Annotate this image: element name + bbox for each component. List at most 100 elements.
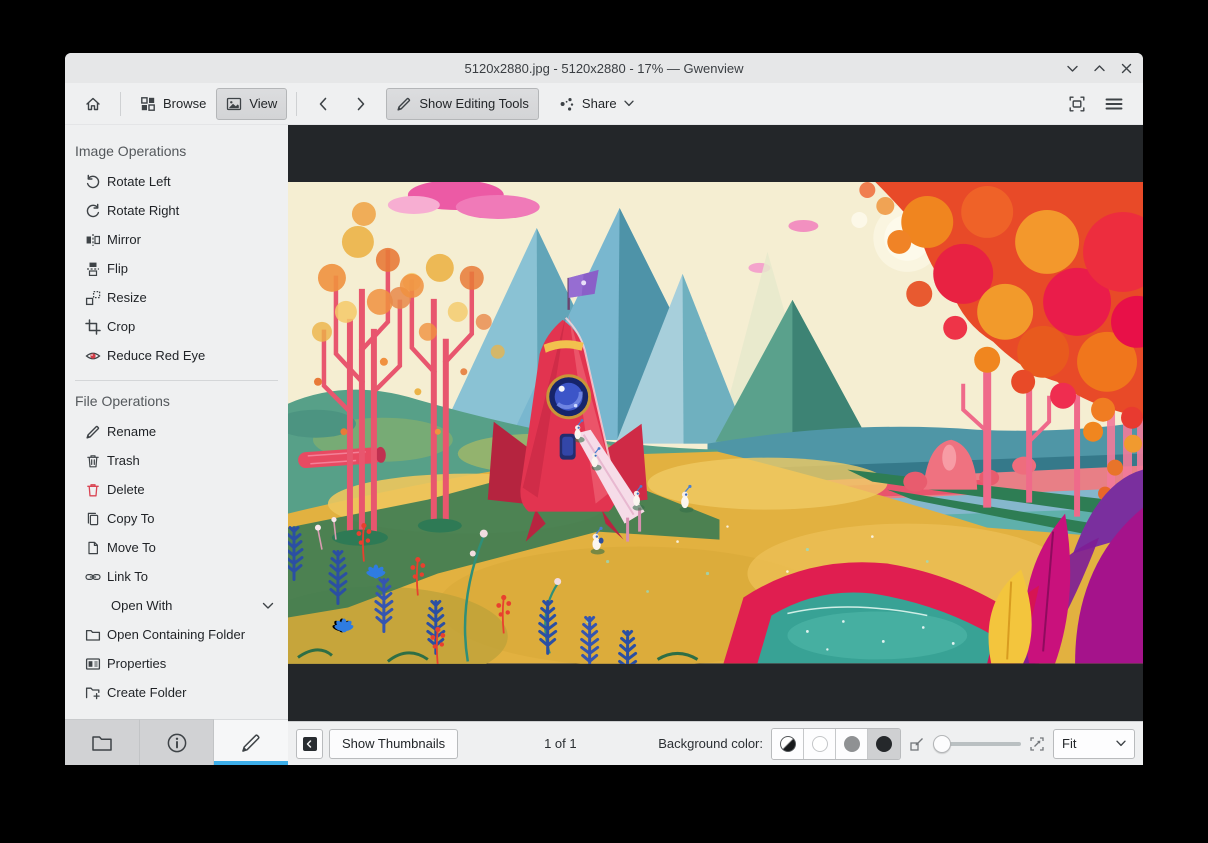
zoom-in-actual-icon[interactable]	[1029, 736, 1045, 752]
zoom-out-fit-icon[interactable]	[909, 736, 925, 752]
window-title: 5120x2880.jpg - 5120x2880 - 17% — Gwenvi…	[464, 60, 744, 76]
edit-pencil-icon	[397, 97, 411, 110]
op-mirror[interactable]: Mirror	[65, 225, 288, 254]
op-delete[interactable]: Delete	[65, 475, 288, 504]
share-button[interactable]: Share	[549, 88, 644, 120]
op-rotate-left[interactable]: Rotate Left	[65, 167, 288, 196]
window-controls	[1066, 53, 1133, 83]
bg-color-white-button[interactable]	[804, 728, 836, 759]
maximize-icon[interactable]	[1093, 63, 1106, 74]
folder-icon	[92, 735, 112, 751]
view-button[interactable]: View	[216, 87, 288, 120]
close-icon[interactable]	[1120, 63, 1133, 74]
op-copy-to[interactable]: Copy To	[65, 504, 288, 533]
op-reduce-red-eye[interactable]: Reduce Red Eye	[65, 341, 288, 370]
op-resize[interactable]: Resize	[65, 283, 288, 312]
op-rename[interactable]: Rename	[65, 417, 288, 446]
rotate-right-icon	[86, 203, 100, 217]
folder-open-icon	[85, 629, 101, 641]
image-viewer	[288, 125, 1143, 721]
sidebar-toggle-icon	[302, 736, 317, 751]
tab-folders[interactable]	[65, 719, 140, 765]
chevron-down-icon	[262, 602, 274, 609]
op-link-to[interactable]: Link To	[65, 562, 288, 591]
section-separator	[75, 380, 278, 381]
red-eye-icon	[85, 352, 101, 359]
zoom-mode-combobox[interactable]: Fit	[1053, 728, 1135, 759]
op-trash[interactable]: Trash	[65, 446, 288, 475]
show-editing-tools-button[interactable]: Show Editing Tools	[386, 87, 539, 120]
info-icon	[167, 733, 186, 752]
home-button[interactable]	[75, 88, 111, 120]
view-image-icon	[227, 97, 242, 110]
background-color-label: Background color:	[658, 736, 763, 751]
mirror-icon	[86, 233, 101, 246]
operations-panel: Image Operations Rotate Left Rotate Righ…	[65, 125, 288, 719]
copy-icon	[87, 512, 99, 525]
op-open-with[interactable]: Open With	[65, 591, 288, 620]
show-editing-tools-label: Show Editing Tools	[419, 96, 529, 111]
sidebar-toggle-button[interactable]	[296, 728, 323, 759]
properties-icon	[85, 657, 101, 670]
delete-icon	[87, 483, 99, 496]
resize-icon	[85, 290, 101, 305]
view-label: View	[249, 96, 278, 111]
flip-icon	[87, 262, 99, 276]
move-icon	[88, 541, 98, 554]
main-toolbar: Browse View Show Editing Tools Share	[65, 83, 1143, 125]
gwenview-window: 5120x2880.jpg - 5120x2880 - 17% — Gwenvi…	[65, 53, 1143, 765]
hamburger-icon	[1105, 98, 1123, 109]
op-move-to[interactable]: Move To	[65, 533, 288, 562]
create-folder-icon	[85, 687, 100, 699]
trash-icon	[87, 454, 99, 467]
toolbar-separator	[296, 91, 298, 116]
background-color-group	[771, 727, 901, 760]
show-thumbnails-button[interactable]: Show Thumbnails	[329, 728, 459, 759]
fullscreen-icon	[1069, 96, 1085, 111]
titlebar[interactable]: 5120x2880.jpg - 5120x2880 - 17% — Gwenvi…	[65, 53, 1143, 83]
file-operations-title: File Operations	[75, 393, 170, 409]
chevron-down-icon	[1116, 740, 1126, 747]
bg-color-black-button[interactable]	[868, 728, 900, 759]
crop-icon	[85, 318, 101, 335]
viewer-image[interactable]	[288, 182, 1143, 664]
link-icon	[85, 573, 101, 580]
position-indicator: 1 of 1	[544, 736, 577, 751]
sidebar-tab-bar	[65, 719, 289, 765]
tab-operations[interactable]	[214, 719, 289, 765]
rename-icon	[86, 425, 100, 438]
menu-button[interactable]	[1095, 88, 1133, 120]
tab-information[interactable]	[139, 719, 215, 765]
share-icon	[560, 97, 574, 111]
browse-grid-icon	[141, 96, 155, 111]
fullscreen-button[interactable]	[1059, 88, 1095, 120]
browse-label: Browse	[163, 96, 207, 111]
op-crop[interactable]: Crop	[65, 312, 288, 341]
chevron-left-icon	[320, 97, 327, 110]
share-label: Share	[581, 96, 617, 111]
op-properties[interactable]: Properties	[65, 649, 288, 678]
minimize-icon[interactable]	[1066, 63, 1079, 74]
browse-button[interactable]: Browse	[130, 88, 216, 120]
op-rotate-right[interactable]: Rotate Right	[65, 196, 288, 225]
toolbar-separator	[120, 91, 121, 116]
op-open-containing-folder[interactable]: Open Containing Folder	[65, 620, 288, 649]
statusbar: Show Thumbnails 1 of 1 Background color:	[288, 721, 1143, 765]
bg-color-auto-button[interactable]	[772, 728, 804, 759]
operations-sidebar: Image Operations Rotate Left Rotate Righ…	[65, 125, 289, 765]
bg-color-gray-button[interactable]	[836, 728, 868, 759]
image-operations-title: Image Operations	[75, 143, 187, 159]
go-previous-button[interactable]	[306, 88, 342, 120]
op-create-folder[interactable]: Create Folder	[65, 678, 288, 707]
go-next-button[interactable]	[342, 88, 378, 120]
chevron-right-icon	[358, 97, 365, 110]
white-color-icon	[811, 735, 828, 752]
chevron-down-icon	[623, 100, 634, 107]
pencil-icon	[242, 733, 260, 752]
black-color-icon	[876, 735, 892, 752]
rotate-left-icon	[86, 174, 100, 188]
zoom-mode-value: Fit	[1062, 736, 1077, 751]
op-flip[interactable]: Flip	[65, 254, 288, 283]
zoom-slider-handle[interactable]	[933, 734, 951, 753]
zoom-slider[interactable]	[933, 734, 1021, 754]
